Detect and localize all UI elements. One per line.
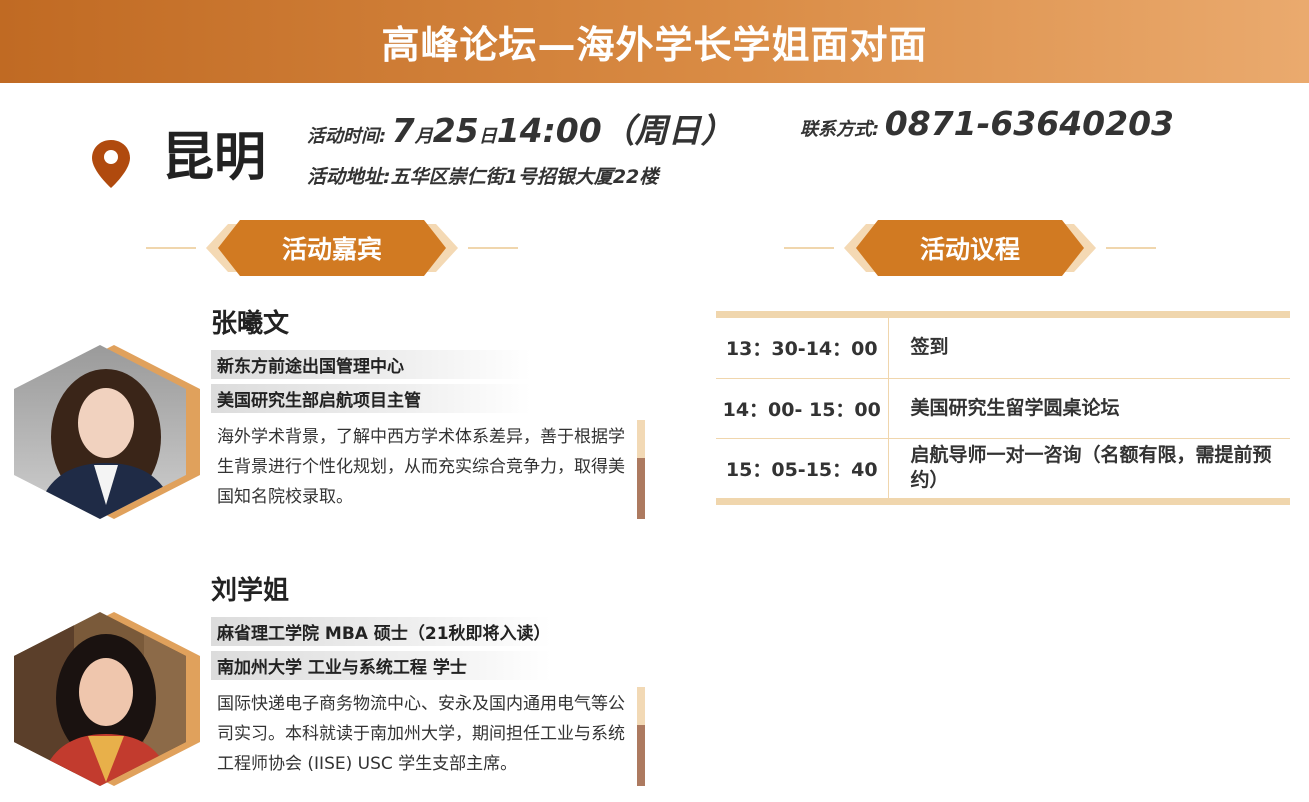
- time-day-unit: 日: [478, 126, 497, 147]
- time-month-unit: 月: [414, 126, 433, 147]
- agenda-item: 启航导师一对一咨询（名额有限，需提前预约）: [910, 444, 1272, 492]
- page-title: 高峰论坛—海外学长学姐面对面: [381, 23, 928, 67]
- guest-title-tag: 新东方前途出国管理中心: [211, 350, 531, 379]
- agenda-bottom-border: [716, 498, 1290, 505]
- table-row: 14：00- 15：00 美国研究生留学圆桌论坛: [716, 378, 1290, 439]
- heading-divider-left: [146, 247, 196, 249]
- time-label: 活动时间:: [307, 126, 387, 147]
- guest-name: 张曦文: [211, 309, 290, 339]
- guest-bio: 海外学术背景，了解中西方学术体系差异，善于根据学生背景进行个性化规划，从而充实综…: [217, 427, 625, 507]
- table-row: 13：30-14：00 签到: [716, 318, 1290, 379]
- guest-bio: 国际快递电子商务物流中心、安永及国内通用电气等公司实习。本科就读于南加州大学，期…: [217, 694, 625, 774]
- bio-accent-bar: [637, 420, 645, 519]
- contact-label: 联系方式:: [800, 119, 880, 140]
- header-banner: 高峰论坛—海外学长学姐面对面: [0, 0, 1309, 83]
- city-name: 昆明: [162, 128, 267, 188]
- guest-avatar: [14, 612, 200, 786]
- guest-avatar: [14, 345, 200, 519]
- contact-phone: 0871-63640203: [884, 104, 1175, 143]
- event-contact: 联系方式: 0871-63640203: [800, 104, 1174, 143]
- agenda-item: 签到: [888, 318, 1290, 379]
- table-row: 15：05-15：40 启航导师一对一咨询（名额有限，需提前预约）: [716, 438, 1290, 498]
- guest-title-tag: 美国研究生部启航项目主管: [211, 384, 531, 413]
- heading-divider-right: [1106, 247, 1156, 249]
- event-address: 活动地址:五华区崇仁街1号招银大厦22楼: [307, 162, 658, 189]
- guest-title-tag: 南加州大学 工业与系统工程 学士: [211, 651, 551, 680]
- time-clock: 14:00（周日）: [496, 111, 734, 150]
- agenda-section-heading: 活动议程: [784, 220, 1156, 276]
- location-pin-icon: [92, 140, 130, 188]
- agenda-section-title: 活动议程: [919, 235, 1020, 264]
- bio-accent-bar: [637, 687, 645, 786]
- time-month: 7: [391, 111, 415, 150]
- agenda-top-border: [716, 311, 1290, 318]
- time-day: 25: [432, 111, 479, 150]
- agenda-time: 14：00- 15：00: [716, 378, 889, 439]
- guests-section-title: 活动嘉宾: [281, 235, 382, 264]
- address-label: 活动地址:: [307, 166, 391, 188]
- guest-name: 刘学姐: [211, 576, 290, 606]
- agenda-table: 13：30-14：00 签到 14：00- 15：00 美国研究生留学圆桌论坛 …: [716, 311, 1290, 505]
- agenda-time: 15：05-15：40: [716, 438, 889, 498]
- event-time: 活动时间: 7月25日14:00（周日）: [307, 104, 734, 152]
- guest-title-tag: 麻省理工学院 MBA 硕士（21秋即将入读）: [211, 617, 551, 646]
- agenda-time: 13：30-14：00: [716, 318, 889, 379]
- address-value: 五华区崇仁街1号招银大厦22楼: [390, 166, 659, 188]
- agenda-item: 美国研究生留学圆桌论坛: [888, 378, 1290, 439]
- guests-section-heading: 活动嘉宾: [146, 220, 518, 276]
- heading-divider-right: [468, 247, 518, 249]
- heading-divider-left: [784, 247, 834, 249]
